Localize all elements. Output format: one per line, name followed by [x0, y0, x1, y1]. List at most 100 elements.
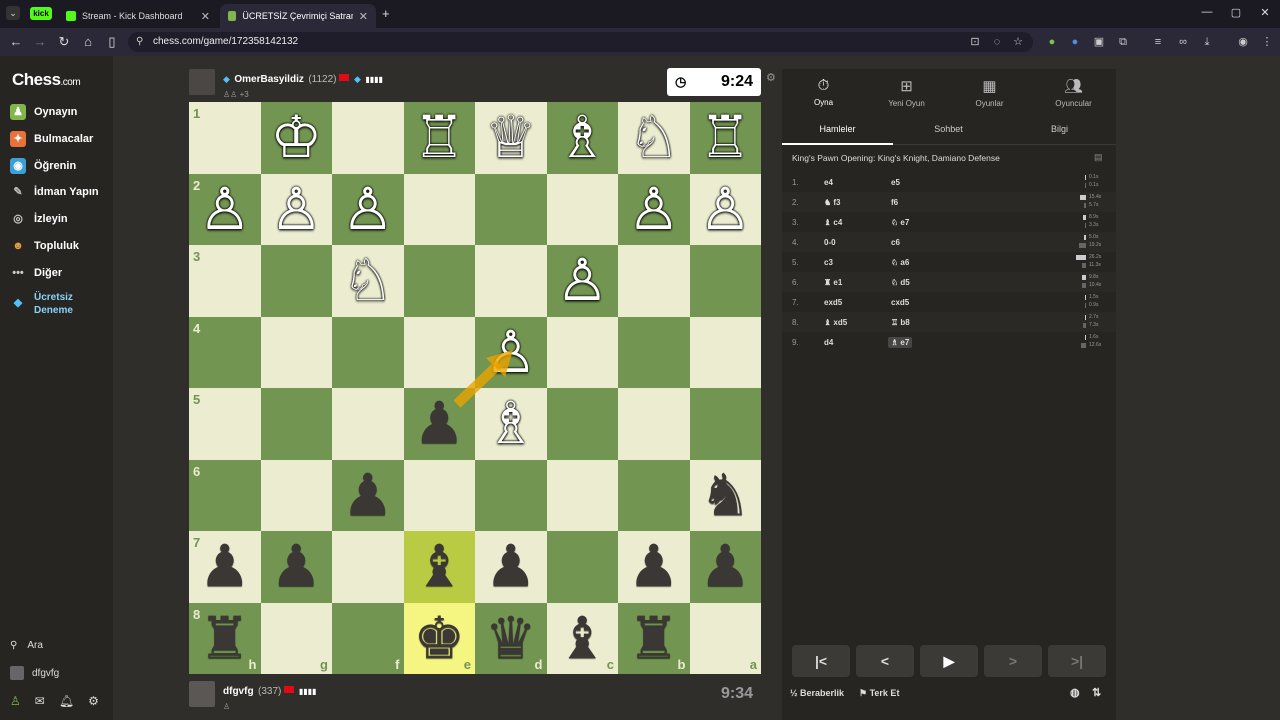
tab-info[interactable]: Bilgi: [1004, 113, 1115, 145]
square[interactable]: a: [689, 602, 761, 674]
black-pawn-icon[interactable]: ♟: [618, 531, 690, 603]
avatar[interactable]: [189, 69, 215, 95]
chess-logo[interactable]: Chess.com: [12, 70, 81, 90]
forward-icon[interactable]: →: [32, 34, 48, 50]
bell-icon[interactable]: 🔔︎: [59, 694, 74, 708]
white-knight-icon[interactable]: ♘: [618, 102, 690, 174]
square[interactable]: [332, 316, 404, 388]
resign-button[interactable]: ⚑ Terk Et: [859, 688, 899, 699]
sidebar-item-watch[interactable]: ◎ İzleyin: [10, 211, 67, 227]
board-settings-icon[interactable]: ⚙: [766, 71, 776, 84]
square[interactable]: [260, 388, 332, 460]
square[interactable]: [403, 459, 475, 531]
white-pawn-icon[interactable]: ♙: [475, 317, 547, 389]
white-bishop-icon[interactable]: ♗: [547, 102, 619, 174]
reload-icon[interactable]: ↻: [56, 34, 72, 50]
download-icon[interactable]: ⤓: [1200, 35, 1214, 49]
square[interactable]: [332, 102, 404, 174]
square[interactable]: 5: [189, 388, 261, 460]
black-pawn-icon[interactable]: ♟: [189, 531, 261, 603]
play-button[interactable]: ▶: [920, 645, 978, 677]
last-move-button[interactable]: >|: [1048, 645, 1106, 677]
square[interactable]: [260, 459, 332, 531]
square[interactable]: c ♝: [546, 602, 618, 674]
white-king-icon[interactable]: ♔: [261, 102, 333, 174]
square[interactable]: ♟: [260, 531, 332, 603]
tab-search-icon[interactable]: ≡: [1151, 35, 1165, 49]
extension-icon[interactable]: ●: [1045, 35, 1059, 49]
white-rook-icon[interactable]: ♖: [404, 102, 476, 174]
square[interactable]: ♕: [475, 102, 547, 174]
black-move[interactable]: ♘ d5: [891, 278, 910, 287]
black-pawn-icon[interactable]: ♟: [404, 388, 476, 460]
square[interactable]: ♞: [689, 459, 762, 532]
tab-moves[interactable]: Hamleler: [782, 113, 893, 145]
square[interactable]: ♘: [332, 245, 404, 317]
square[interactable]: [475, 245, 547, 317]
back-icon[interactable]: ←: [8, 34, 24, 50]
square[interactable]: 3: [189, 245, 261, 317]
square[interactable]: ♟: [475, 531, 547, 603]
first-move-button[interactable]: |<: [792, 645, 850, 677]
black-move[interactable]: e5: [891, 178, 900, 187]
white-queen-icon[interactable]: ♕: [475, 102, 547, 174]
black-move[interactable]: ♗ e7: [888, 337, 913, 348]
white-pawn-icon[interactable]: ♙: [690, 174, 762, 246]
square[interactable]: [332, 388, 404, 460]
square[interactable]: [689, 316, 761, 388]
sidebar-item-play[interactable]: ♟ Oynayın: [10, 104, 77, 120]
puzzle-extensions-icon[interactable]: ⧉: [1116, 35, 1130, 49]
square[interactable]: [403, 173, 475, 245]
avatar[interactable]: [189, 681, 215, 707]
black-pawn-icon[interactable]: ♟: [690, 531, 762, 603]
close-icon[interactable]: ✕: [201, 10, 210, 23]
square[interactable]: 4: [189, 316, 261, 388]
square[interactable]: [546, 388, 618, 460]
square[interactable]: ♗: [546, 102, 619, 174]
white-pawn-icon[interactable]: ♙: [332, 174, 404, 246]
white-move[interactable]: ♝ xd5: [824, 318, 847, 327]
square[interactable]: ♔: [260, 102, 333, 174]
white-move[interactable]: e4: [824, 178, 833, 187]
chess-board[interactable]: 1 ♔ ♖ ♕ ♗ ♘ ♖ 2 ♙ ♙ ♙ ♙ ♙ 3 ♘ ♙ 4 ♙ 5 ♟ ♗ 6 ♟ ♞ 7 ♟ ♟ ♝ ♟ ♟ ♟ 8 h ♜ g f e ♚ d ♛…: [189, 102, 761, 674]
black-knight-icon[interactable]: ♞: [690, 460, 762, 532]
tab-chat[interactable]: Sohbet: [893, 113, 1004, 145]
black-bishop-icon[interactable]: ♝: [404, 531, 476, 603]
square[interactable]: [403, 245, 475, 317]
square[interactable]: ♙: [689, 173, 762, 246]
player-name[interactable]: dfgvfg: [223, 686, 254, 697]
sidebar-item-puzzles[interactable]: ✦ Bulmacalar: [10, 131, 93, 147]
black-pawn-icon[interactable]: ♟: [475, 531, 547, 603]
tab-players[interactable]: 👥︎ Oyuncular: [1032, 77, 1115, 108]
white-pawn-icon[interactable]: ♙: [261, 174, 333, 246]
glasses-icon[interactable]: ∞: [1176, 35, 1190, 49]
square[interactable]: [618, 316, 690, 388]
friends-icon[interactable]: ♙: [10, 694, 21, 708]
black-move[interactable]: f6: [891, 198, 898, 207]
square[interactable]: [475, 459, 547, 531]
prev-move-button[interactable]: <: [856, 645, 914, 677]
maximize-icon[interactable]: ▢: [1226, 6, 1246, 19]
square[interactable]: 7 ♟: [189, 531, 261, 603]
tab-games[interactable]: ▦ Oyunlar: [948, 77, 1031, 108]
tab-new-game[interactable]: ⊞ Yeni Oyun: [865, 77, 948, 108]
square[interactable]: [546, 173, 618, 245]
white-pawn-icon[interactable]: ♙: [618, 174, 690, 246]
square[interactable]: [475, 173, 547, 245]
square[interactable]: [546, 531, 618, 603]
square[interactable]: [689, 388, 761, 460]
close-icon[interactable]: ✕: [359, 10, 368, 23]
site-info-icon[interactable]: ⚲: [136, 32, 143, 52]
black-rook-icon[interactable]: ♜: [618, 603, 690, 675]
square[interactable]: [689, 245, 761, 317]
analysis-icon[interactable]: ◍: [1070, 686, 1080, 699]
square[interactable]: b ♜: [618, 602, 690, 675]
player-name[interactable]: OmerBasyildiz: [234, 74, 303, 85]
white-move[interactable]: ♝ c4: [824, 218, 842, 227]
square[interactable]: ♙: [546, 245, 618, 317]
install-icon[interactable]: ⊡: [968, 35, 982, 49]
tab-play[interactable]: ⏱︎ Oyna: [782, 77, 865, 107]
white-move[interactable]: c3: [824, 258, 833, 267]
white-rook-icon[interactable]: ♖: [690, 102, 762, 174]
square[interactable]: ♗: [475, 388, 547, 460]
